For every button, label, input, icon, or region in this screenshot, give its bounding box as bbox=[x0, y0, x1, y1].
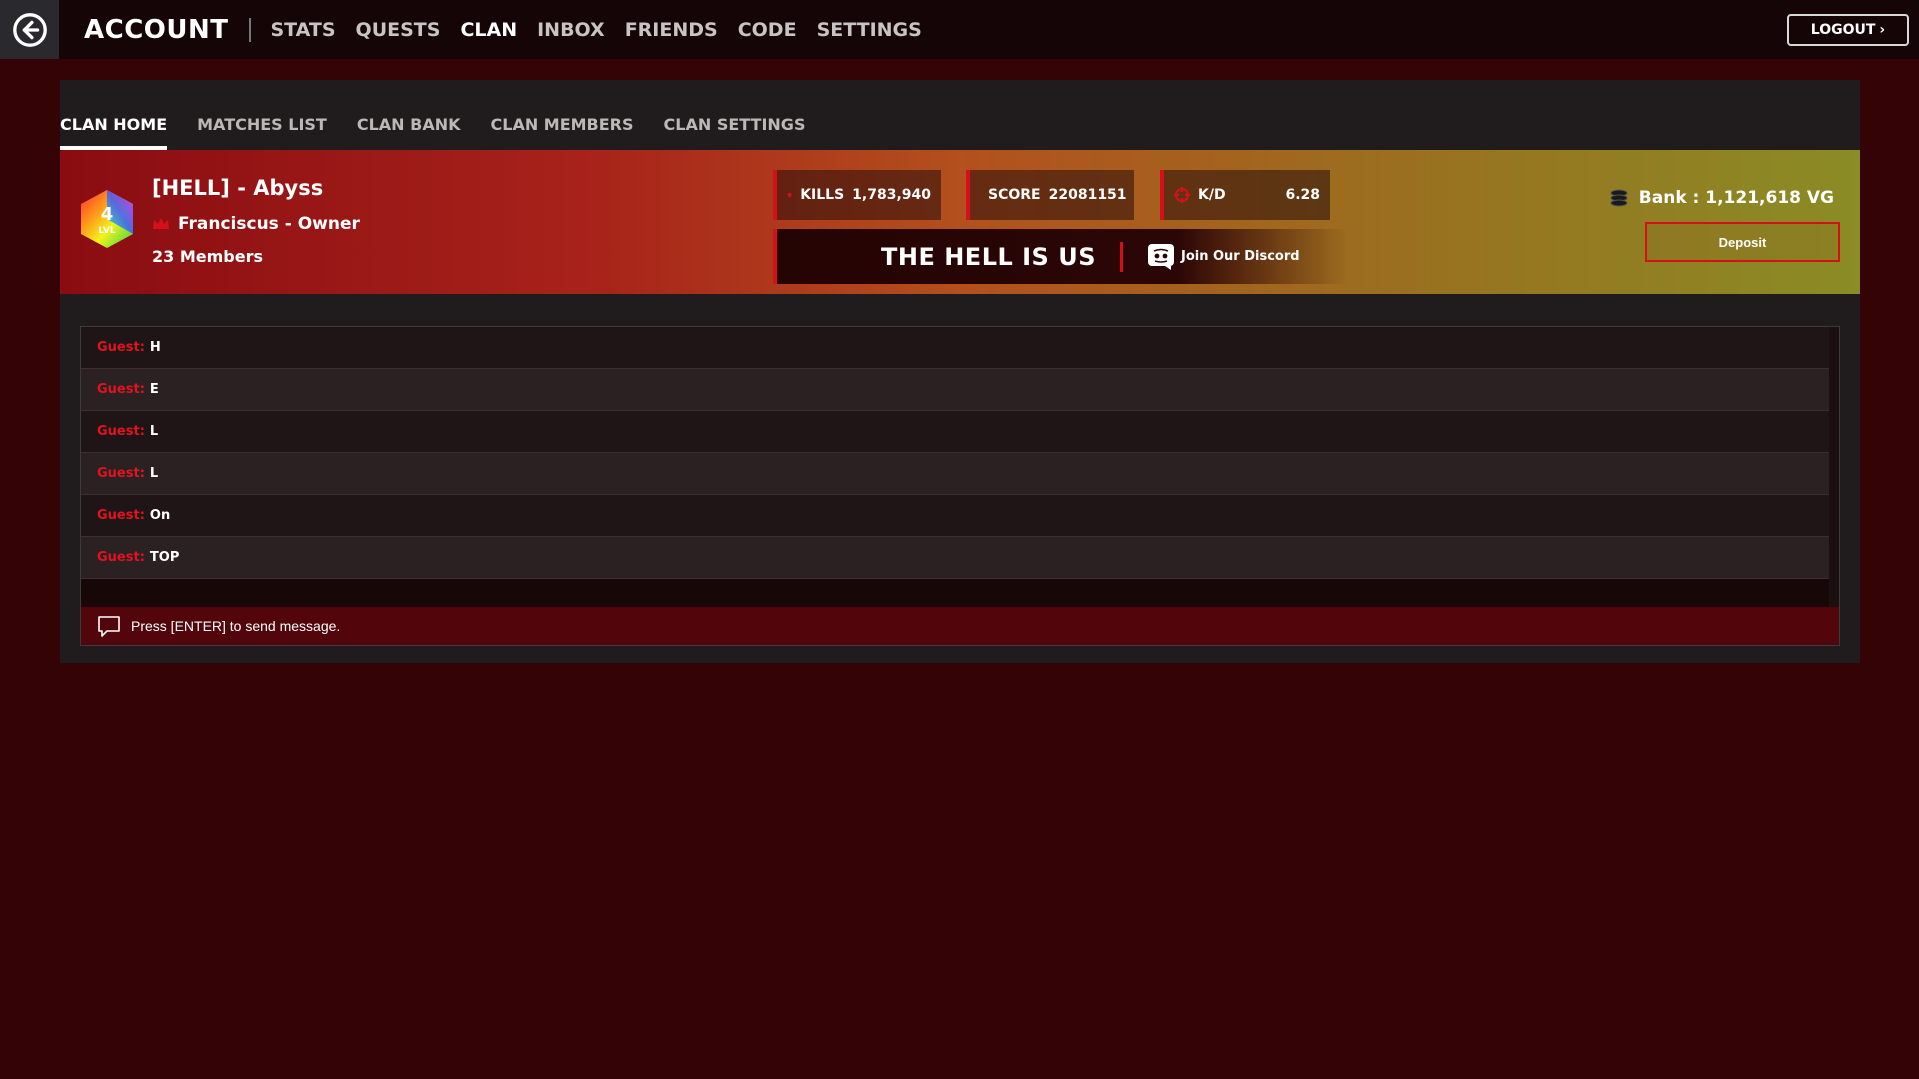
chat-username: Guest: bbox=[97, 466, 145, 481]
tab-clan-home[interactable]: CLAN HOME bbox=[60, 115, 168, 150]
tab-clan-bank[interactable]: CLAN BANK bbox=[357, 115, 461, 150]
chat-text: TOP bbox=[149, 550, 180, 565]
chat-username: Guest: bbox=[97, 550, 145, 565]
clan-panel: CLAN HOME MATCHES LIST CLAN BANK CLAN ME… bbox=[60, 80, 1860, 663]
chat-message: Guest: L bbox=[81, 453, 1829, 495]
crown-icon bbox=[153, 218, 169, 229]
kills-value: 1,783,940 bbox=[852, 187, 931, 203]
chat-message-list: Guest: H Guest: E Guest: L Guest: L Gues… bbox=[81, 327, 1829, 579]
clan-name: [HELL] - Abyss bbox=[152, 176, 324, 200]
score-stat: SCORE 22081151 bbox=[966, 170, 1134, 220]
clan-owner-text: Franciscus - Owner bbox=[178, 214, 360, 234]
chat-text: H bbox=[149, 340, 161, 355]
chat-username: Guest: bbox=[97, 424, 145, 439]
clan-subtabs: CLAN HOME MATCHES LIST CLAN BANK CLAN ME… bbox=[60, 80, 1860, 150]
chat-username: Guest: bbox=[97, 382, 145, 397]
clan-motto-bar: THE HELL IS US Join Our Discord bbox=[773, 229, 1348, 284]
coins-icon bbox=[1610, 189, 1628, 207]
chat-username: Guest: bbox=[97, 340, 145, 355]
tab-clan-members[interactable]: CLAN MEMBERS bbox=[491, 115, 634, 150]
tab-clan-settings[interactable]: CLAN SETTINGS bbox=[664, 115, 806, 150]
motto-divider bbox=[1119, 241, 1123, 272]
nav-clan[interactable]: CLAN bbox=[460, 19, 517, 41]
back-button[interactable] bbox=[0, 0, 59, 59]
chat-text: L bbox=[149, 424, 159, 439]
kills-stat: KILLS 1,783,940 bbox=[773, 170, 941, 220]
nav-code[interactable]: CODE bbox=[738, 19, 797, 41]
nav-stats[interactable]: STATS bbox=[271, 19, 336, 41]
top-nav: STATS QUESTS CLAN INBOX FRIENDS CODE SET… bbox=[271, 19, 922, 41]
clan-level-badge-icon: 4 LVL bbox=[81, 190, 133, 248]
deposit-button[interactable]: Deposit bbox=[1645, 222, 1840, 262]
clan-level-label: LVL bbox=[98, 226, 115, 236]
brand-divider bbox=[248, 17, 251, 42]
chat-message: Guest: L bbox=[81, 411, 1829, 453]
chat-message: Guest: On bbox=[81, 495, 1829, 537]
tab-matches-list[interactable]: MATCHES LIST bbox=[197, 115, 327, 150]
account-title: ACCOUNT bbox=[84, 14, 229, 45]
chat-input-bar bbox=[81, 607, 1839, 645]
clan-members-count: 23 Members bbox=[152, 247, 263, 266]
kills-label: KILLS bbox=[800, 187, 845, 203]
nav-quests[interactable]: QUESTS bbox=[356, 19, 441, 41]
chat-text: L bbox=[149, 466, 159, 481]
chat-text: On bbox=[149, 508, 171, 523]
discord-icon bbox=[1147, 243, 1174, 270]
kd-label: K/D bbox=[1198, 187, 1226, 203]
top-bar: ACCOUNT STATS QUESTS CLAN INBOX FRIENDS … bbox=[0, 0, 1919, 59]
kd-stat: K/D 6.28 bbox=[1160, 170, 1330, 220]
bank-balance: Bank : 1,121,618 VG bbox=[1638, 188, 1834, 208]
arrow-left-circle-icon bbox=[12, 12, 47, 47]
nav-settings[interactable]: SETTINGS bbox=[817, 19, 922, 41]
clan-level-number: 4 bbox=[101, 204, 114, 225]
clan-banner: 4 LVL [HELL] - Abyss Franciscus - Owner … bbox=[60, 150, 1860, 294]
skull-icon bbox=[787, 192, 792, 198]
chevron-right-icon: › bbox=[1879, 22, 1886, 38]
clan-motto: THE HELL IS US bbox=[881, 242, 1096, 271]
kd-value: 6.28 bbox=[1285, 187, 1320, 203]
chat-message: Guest: H bbox=[81, 327, 1829, 369]
logout-label: LOGOUT bbox=[1810, 22, 1876, 38]
discord-label: Join Our Discord bbox=[1180, 249, 1300, 264]
discord-link[interactable]: Join Our Discord bbox=[1147, 243, 1300, 271]
score-label: SCORE bbox=[988, 187, 1041, 203]
score-value: 22081151 bbox=[1048, 187, 1127, 203]
clan-chat: Guest: H Guest: E Guest: L Guest: L Gues… bbox=[80, 326, 1840, 646]
logout-button[interactable]: LOGOUT › bbox=[1787, 14, 1909, 46]
nav-inbox[interactable]: INBOX bbox=[537, 19, 605, 41]
nav-friends[interactable]: FRIENDS bbox=[625, 19, 718, 41]
clan-bank: Bank : 1,121,618 VG bbox=[1609, 188, 1834, 208]
chat-message-input[interactable] bbox=[131, 618, 1731, 634]
clan-owner: Franciscus - Owner bbox=[152, 214, 360, 234]
chat-username: Guest: bbox=[97, 508, 145, 523]
crosshair-icon bbox=[1174, 187, 1190, 203]
chat-message: Guest: E bbox=[81, 369, 1829, 411]
chat-scrollbar[interactable] bbox=[1829, 327, 1839, 609]
chat-message: Guest: TOP bbox=[81, 537, 1829, 579]
chat-text: E bbox=[149, 382, 159, 397]
chat-bubble-icon bbox=[98, 616, 120, 637]
